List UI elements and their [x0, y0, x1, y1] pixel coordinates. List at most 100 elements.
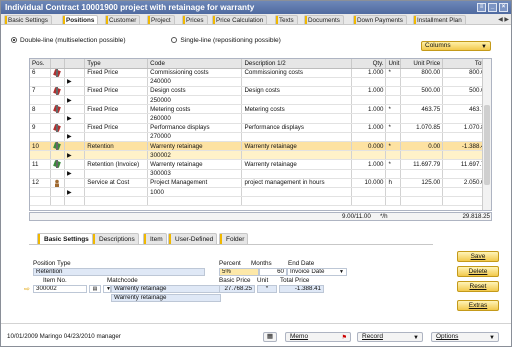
cell-qty: [351, 150, 387, 161]
tools-icon: [52, 86, 61, 95]
table-row[interactable]: 9 Fixed Price Performance displays Performa…: [30, 123, 491, 133]
col-header-code[interactable]: Code: [147, 59, 243, 69]
options-dropdown[interactable]: Options ▼: [431, 332, 499, 342]
radio-double-line[interactable]: Double-line (multiselection possible): [11, 37, 126, 44]
radio-single-line[interactable]: Single-line (repositioning possible): [171, 37, 281, 44]
tab-positions[interactable]: Positions: [62, 15, 99, 24]
tab-label: Project: [151, 17, 171, 24]
total-price-field[interactable]: -1.388.41: [279, 285, 324, 293]
cell-pos: [30, 132, 51, 143]
subtab-descriptions[interactable]: Descriptions: [92, 233, 139, 245]
cell-icon: [50, 196, 65, 207]
cell-desc: Metering costs: [241, 104, 352, 115]
cell-unit: [385, 150, 401, 161]
reset-button[interactable]: Reset: [457, 281, 499, 292]
subtab-item[interactable]: Item: [143, 233, 167, 245]
table-row[interactable]: 11 Retention (Invoice) Warrenty retainage W…: [30, 159, 491, 170]
tab-installment-plan[interactable]: Installment Plan: [413, 15, 466, 24]
save-button[interactable]: Save: [457, 251, 499, 262]
tab-documents[interactable]: Documents: [304, 15, 344, 24]
scrollbar-thumb[interactable]: [484, 105, 490, 185]
tab-basic-settings[interactable]: Basic Settings: [4, 15, 52, 24]
item-no-field[interactable]: 300002: [33, 285, 87, 293]
expand-arrow-icon[interactable]: ▶: [67, 170, 72, 177]
matchcode-field-2[interactable]: Warrenty retainage: [111, 294, 221, 302]
expand-arrow-icon[interactable]: ▶: [67, 115, 72, 122]
cell-code: Project Management: [147, 178, 243, 188]
cell-pos: [30, 150, 51, 161]
memo-button[interactable]: Memo ⚑: [285, 332, 351, 342]
expand-arrow-icon[interactable]: ▶: [67, 189, 72, 196]
table-row[interactable]: ▶ 260000: [30, 113, 491, 124]
table-row[interactable]: ▶ 250000: [30, 95, 491, 106]
table-row[interactable]: 12 Service at Cost Project Management proje…: [30, 178, 491, 188]
record-label: Record: [362, 333, 383, 340]
cell-unit: [385, 196, 401, 207]
cell-qty: [351, 187, 387, 198]
tab-texts[interactable]: Texts: [275, 15, 298, 24]
delete-button[interactable]: Delete: [457, 266, 499, 277]
subtab-basic-settings[interactable]: Basic Settings: [37, 233, 93, 245]
menu-icon[interactable]: ≡: [477, 3, 486, 12]
cell-unit: *: [385, 141, 401, 152]
cell-type: [84, 77, 149, 87]
col-header-unit-price[interactable]: Unit Price: [400, 59, 444, 69]
cell-icon: [50, 113, 65, 124]
percent-field[interactable]: 5%: [219, 268, 259, 276]
record-dropdown[interactable]: Record ▼: [357, 332, 423, 342]
window: Individual Contract 10001900 project wit…: [0, 0, 512, 347]
item-lookup-icon[interactable]: ▤: [89, 285, 101, 293]
cell-icon: [50, 178, 65, 188]
tab-down-payments[interactable]: Down Payments: [353, 15, 407, 24]
tab-prices[interactable]: Prices: [182, 15, 208, 24]
table-row[interactable]: ▶ 270000: [30, 132, 491, 143]
months-field[interactable]: 60: [259, 268, 287, 276]
expand-arrow-icon[interactable]: ▶: [67, 152, 72, 159]
position-type-field[interactable]: Retention: [33, 268, 205, 276]
expand-arrow-icon[interactable]: ▶: [67, 78, 72, 85]
cell-expand: [64, 104, 86, 115]
table-row[interactable]: ▶ 300003: [30, 169, 491, 179]
sigma-icon: Σ: [442, 179, 443, 186]
tab-price-calculation[interactable]: Price Calculation: [212, 15, 268, 24]
table-row[interactable]: [30, 196, 491, 207]
extras-button[interactable]: Extras: [457, 300, 499, 311]
minimize-icon[interactable]: _: [488, 3, 497, 12]
total-price-label: Total Price: [280, 277, 310, 284]
table-row[interactable]: 10 Retention Warrenty retainage Warrenty re…: [30, 141, 491, 152]
table-row[interactable]: 8 Fixed Price Metering costs Metering costs…: [30, 104, 491, 115]
table-row[interactable]: 6 Fixed Price Commissioning costs Commissio…: [30, 68, 491, 78]
table-row[interactable]: ▶ 300002: [30, 150, 491, 161]
expand-arrow-icon[interactable]: ▶: [67, 97, 72, 104]
unit-field[interactable]: *: [257, 285, 277, 293]
table-row[interactable]: ▶ 1000: [30, 187, 491, 198]
grid-scrollbar[interactable]: [482, 59, 491, 210]
subtab-label: Folder: [226, 236, 245, 243]
notes-icon[interactable]: ▦: [263, 332, 277, 342]
subtab-user-defined[interactable]: User-Defined: [168, 233, 218, 245]
col-header-pos[interactable]: Pos.: [30, 59, 51, 69]
tab-scroll-arrows[interactable]: ◀ ▶: [498, 16, 509, 23]
basic-price-field[interactable]: 27.768.25: [219, 285, 255, 293]
tab-project[interactable]: Project: [147, 15, 175, 24]
col-header-type[interactable]: Type: [84, 59, 149, 69]
cell-unit: h: [385, 178, 401, 188]
columns-dropdown[interactable]: Columns ▼: [421, 41, 491, 51]
end-date-dropdown[interactable]: Invoice Date ▼: [287, 268, 347, 276]
positions-table: Pos. Type Code Description 1/2 Qty. Unit…: [30, 59, 491, 207]
dropdown-icon[interactable]: ▼: [103, 285, 111, 293]
table-row[interactable]: 7 Fixed Price Design costs Design costs 1.00…: [30, 86, 491, 97]
cell-pos: [30, 196, 51, 207]
close-icon[interactable]: ×: [499, 3, 508, 12]
table-row[interactable]: ▶ 240000: [30, 77, 491, 87]
chevron-down-icon: ▼: [489, 335, 495, 341]
col-header-qty[interactable]: Qty.: [351, 59, 387, 69]
subtab-folder[interactable]: Folder: [219, 233, 249, 245]
tab-customer[interactable]: Customer: [105, 15, 141, 24]
cell-unit-price: 463.75: [400, 104, 444, 115]
tab-label: Installment Plan: [417, 17, 462, 24]
expand-arrow-icon[interactable]: ▶: [67, 133, 72, 140]
matchcode-field[interactable]: Warrenty retainage: [111, 285, 221, 293]
col-header-description[interactable]: Description 1/2: [241, 59, 352, 69]
col-header-unit[interactable]: Unit: [385, 59, 401, 69]
